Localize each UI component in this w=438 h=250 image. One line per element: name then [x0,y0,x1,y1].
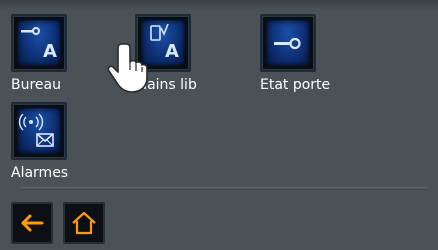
tile-alarmes[interactable] [11,102,67,160]
tile-alarmes-label: Alarmes [11,165,69,181]
key-a-icon: A [17,20,61,66]
pointing-hand-icon [107,43,148,93]
arrow-left-icon [21,214,44,232]
svg-text:A: A [43,41,57,62]
divider [20,187,428,190]
tile-etat-porte[interactable] [260,14,316,72]
alarm-mail-icon [17,108,61,154]
top-frame [0,0,438,10]
tile-bureau[interactable]: A [11,14,67,72]
tile-etat-porte-label: Etat porte [260,77,331,93]
home-button[interactable] [63,202,105,244]
svg-text:A: A [165,41,179,62]
tile-bureau-label: Bureau [11,77,61,93]
key-icon [266,20,310,66]
back-button[interactable] [11,202,53,244]
home-icon [72,211,96,235]
screen: A Bureau A Mains lib Etat porte Alarmes [0,0,438,250]
